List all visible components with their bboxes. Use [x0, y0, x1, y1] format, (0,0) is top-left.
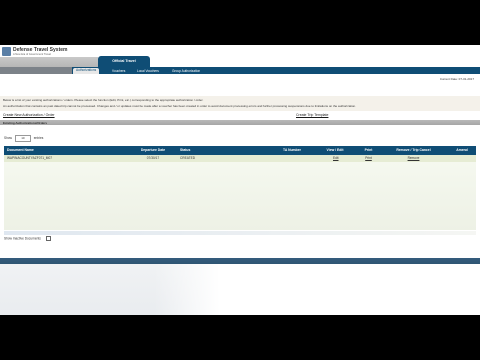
- header-gray-band: [0, 57, 98, 67]
- nav-left-band: [0, 67, 72, 74]
- info-message-line-1: Below is a list of your existing authori…: [3, 98, 204, 102]
- print-link[interactable]: Print: [365, 156, 372, 160]
- col-header-document-name[interactable]: Document Name: [4, 146, 127, 155]
- show-inactive-label: Show Inactive Documents: [4, 236, 41, 241]
- col-header-print: Print: [358, 146, 379, 155]
- info-message-line-2: An authorization that contains an past d…: [3, 104, 357, 108]
- edit-link[interactable]: Edit: [333, 155, 339, 162]
- show-inactive-row: Show Inactive Documents: [4, 236, 51, 241]
- entries-label: entries: [33, 136, 44, 141]
- info-message: Below is a list of your existing authori…: [0, 96, 480, 111]
- app-header: Defense Travel System A New Era of Gover…: [0, 45, 480, 67]
- nav-tab-local-vouchers[interactable]: Local Vouchers: [137, 69, 159, 73]
- cell-document-name: WAPINACOUNTYAZF071_M07: [4, 155, 127, 162]
- screen-frame: Defense Travel System A New Era of Gover…: [0, 45, 480, 315]
- top-nav: Authorizations Vouchers Local Vouchers G…: [0, 67, 480, 74]
- nav-tab-authorizations[interactable]: Authorizations: [73, 68, 100, 74]
- blurred-table-area: [4, 162, 476, 230]
- entries-select[interactable]: 10: [14, 135, 31, 142]
- nav-tab-vouchers[interactable]: Vouchers: [112, 69, 125, 73]
- col-header-view-edit: View / Edit: [312, 146, 358, 155]
- cell-departure-date: 07/30/17: [127, 155, 179, 162]
- nav-tab-group-authorization[interactable]: Group Authorization: [172, 69, 200, 73]
- official-travel-tab[interactable]: Official Travel: [98, 56, 150, 67]
- existing-authorizations-section: Existing Authorizations/Orders: [0, 120, 480, 125]
- cell-amend: [448, 155, 476, 162]
- footer-blurred-panel: [0, 264, 220, 315]
- show-label: Show: [4, 136, 12, 141]
- current-date: Current Date: 07-31-2017: [439, 77, 474, 81]
- create-trip-template-link[interactable]: Create Trip Template: [296, 113, 328, 117]
- col-header-status[interactable]: Status: [179, 146, 272, 155]
- show-entries: Show 10 entries: [4, 135, 43, 142]
- col-header-remove: Remove / Trip Cancel: [379, 146, 448, 155]
- cell-remove: Remove: [379, 155, 448, 162]
- app-subtitle: A New Era of Government Travel: [13, 53, 51, 56]
- section-title: Existing Authorizations/Orders: [3, 120, 48, 125]
- col-header-ta-number[interactable]: TA Number: [272, 146, 312, 155]
- cell-status: CREATED: [179, 155, 272, 162]
- table-scrollbar-strip[interactable]: [4, 231, 476, 235]
- dts-logo-icon: [2, 47, 11, 56]
- create-new-authorization-link[interactable]: Create New Authorization / Order: [3, 113, 55, 117]
- show-inactive-checkbox[interactable]: [45, 236, 51, 241]
- col-header-departure-date[interactable]: Departure Date: [127, 146, 179, 155]
- cell-ta-number: [272, 155, 312, 162]
- cell-view-edit: Edit: [312, 155, 358, 162]
- remove-link[interactable]: Remove: [408, 156, 420, 160]
- col-header-amend: Amend: [448, 146, 476, 155]
- cell-print: Print: [358, 155, 379, 162]
